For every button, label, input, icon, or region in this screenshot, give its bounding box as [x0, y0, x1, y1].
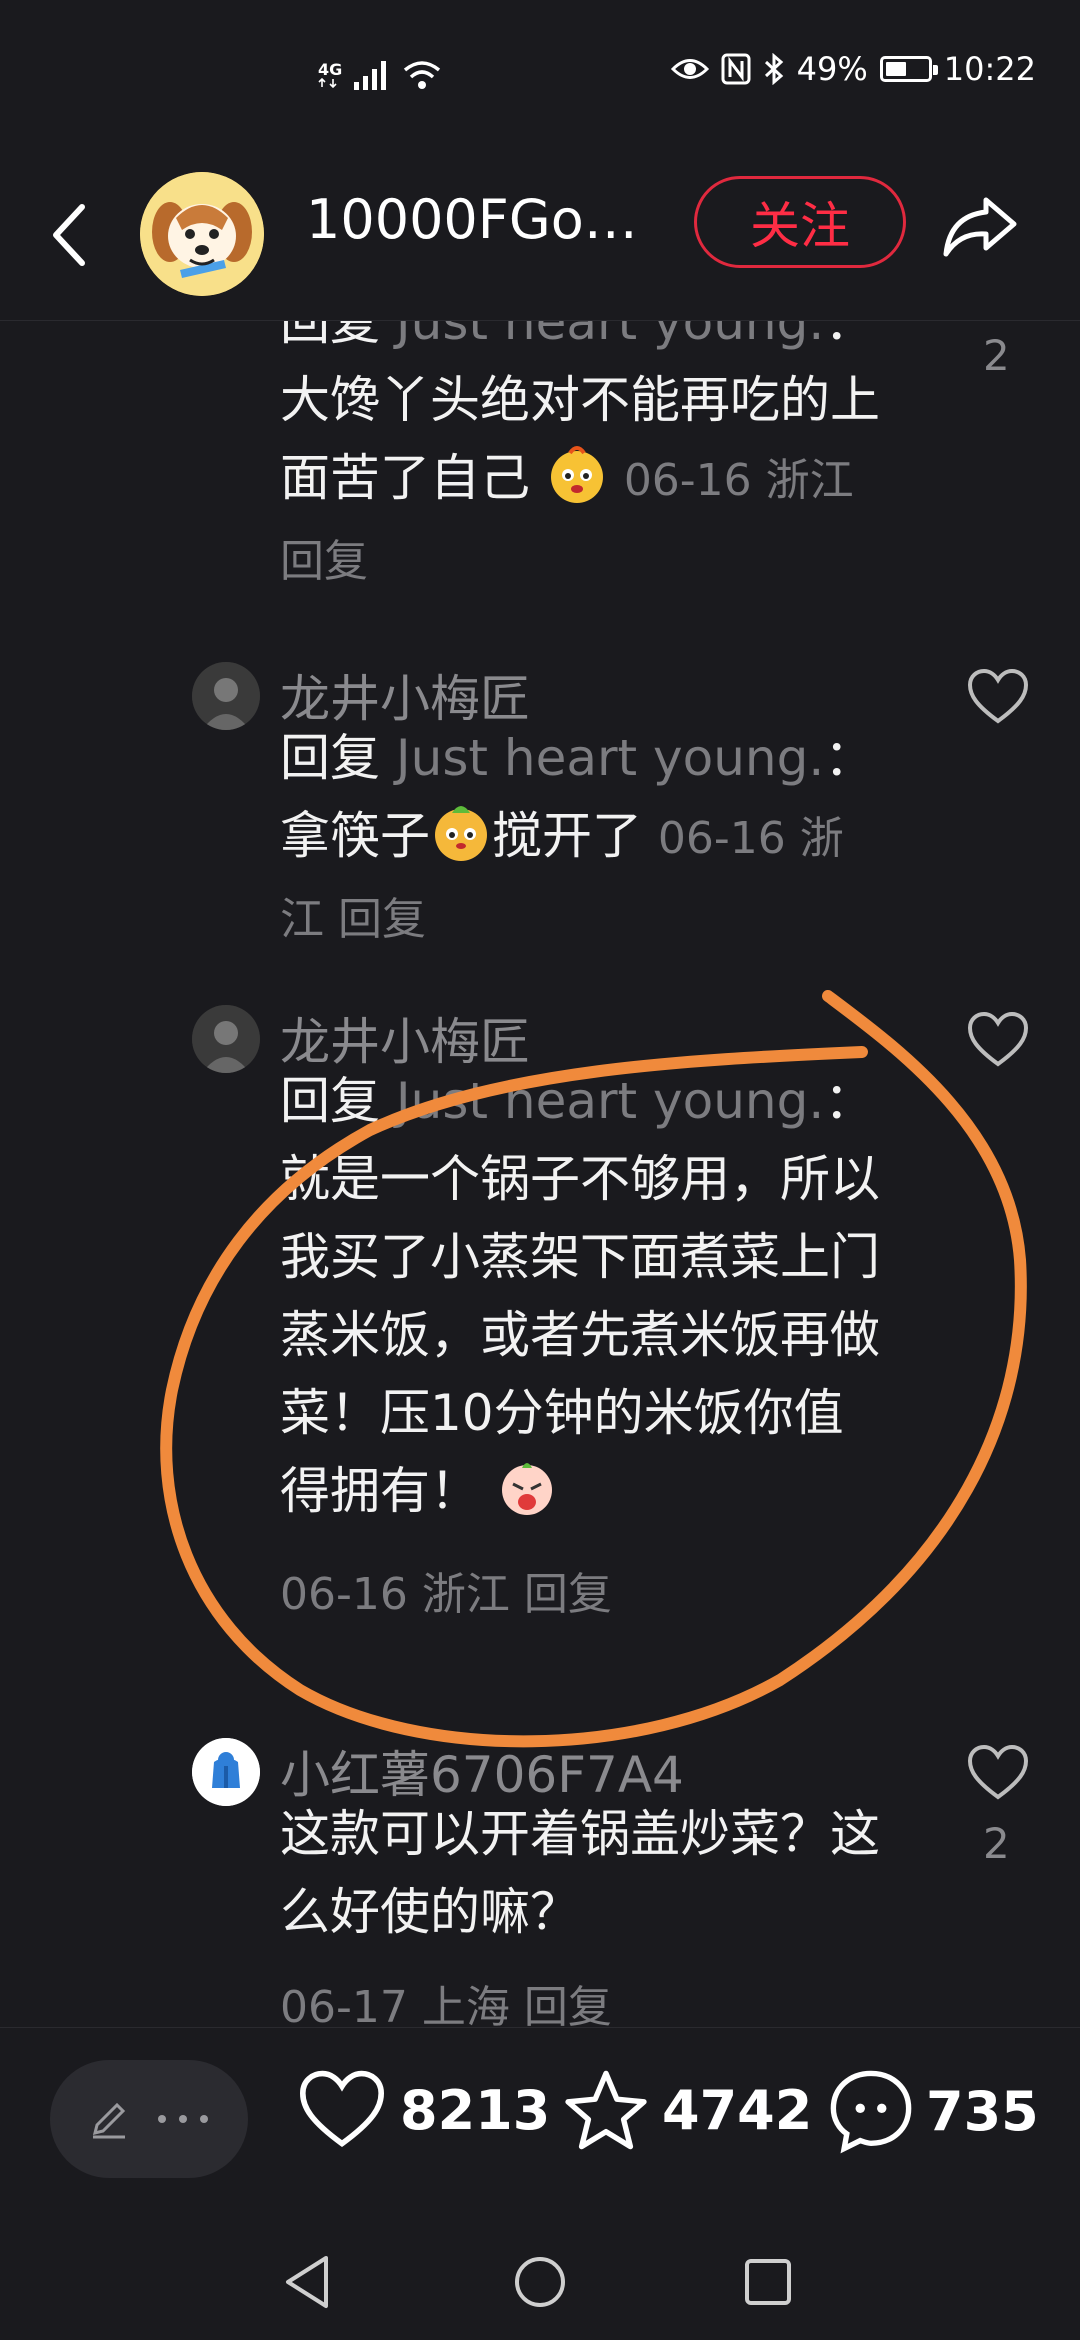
reply-to-user[interactable]: Just heart young. [396, 1072, 824, 1130]
emoji-sticker-icon [430, 801, 492, 863]
comment-text: 回复 Just heart young.：拿筷子 搅开了 06-16 浙江 回复 [280, 729, 875, 945]
clock: 10:22 [943, 50, 1036, 88]
user-avatar[interactable] [192, 1005, 260, 1073]
share-icon [943, 197, 1017, 257]
reply-to-user[interactable]: Just heart young. [396, 729, 824, 787]
note-header: 10000FGo… 关注 [0, 150, 1080, 321]
network-label: 4G [318, 60, 343, 79]
favorite-action[interactable]: 4742 [562, 2068, 812, 2152]
status-bar: 4G 49% 10:22 [0, 0, 1080, 150]
battery-icon [879, 56, 938, 82]
comment-input[interactable] [50, 2060, 248, 2178]
pencil-icon [92, 2102, 126, 2139]
nav-recents-button[interactable] [733, 2247, 803, 2317]
comment-list: 回复 Just heart young.：大馋丫头绝对不能再吃的上面苦了自己 0… [0, 321, 1080, 2027]
data-arrows-icon [318, 78, 337, 88]
heart-icon [299, 2070, 385, 2148]
comment-total: 735 [926, 2079, 1039, 2143]
status-right: 49% 10:22 [670, 50, 1036, 88]
reply-link[interactable]: 回复 [338, 894, 426, 945]
share-button[interactable] [940, 186, 1020, 266]
author-avatar[interactable] [140, 172, 264, 296]
nfc-icon [721, 53, 751, 85]
square-recents-icon [745, 2259, 791, 2305]
follow-button[interactable]: 关注 [694, 176, 906, 268]
reply-to-user[interactable]: Just heart young. [396, 321, 824, 351]
battery-percent: 49% [796, 50, 868, 88]
emoji-sticker-icon [496, 1456, 558, 1518]
eye-comfort-icon [670, 59, 709, 79]
like-total: 8213 [400, 2078, 551, 2142]
user-avatar[interactable] [192, 662, 260, 730]
circle-home-icon [515, 2257, 565, 2307]
comment-action[interactable]: 735 [828, 2068, 1039, 2154]
heart-icon[interactable] [966, 1743, 1030, 1803]
heart-icon[interactable] [966, 1010, 1030, 1070]
dog-avatar-icon [140, 172, 264, 296]
ellipsis-icon [158, 2115, 208, 2123]
heart-icon[interactable] [966, 667, 1030, 727]
comment-text: 回复 Just heart young.：大馋丫头绝对不能再吃的上面苦了自己 0… [280, 321, 880, 601]
comment-meta: 06-17 上海 回复 [280, 1971, 612, 2027]
like-action[interactable]: 8213 [296, 2068, 550, 2152]
like-count: 2 [983, 331, 1010, 380]
chat-bubble-icon [830, 2070, 912, 2154]
nav-back-button[interactable] [272, 2247, 342, 2317]
signal-icon [354, 61, 387, 90]
bottom-action-bar: 8213 4742 735 [0, 2027, 1080, 2218]
like-count: 2 [983, 1819, 1010, 1868]
star-icon [565, 2070, 647, 2150]
nav-home-button[interactable] [505, 2247, 575, 2317]
back-button[interactable] [40, 195, 100, 275]
user-avatar[interactable] [192, 1738, 260, 1806]
wifi-icon [404, 61, 441, 89]
system-nav-bar [0, 2217, 1080, 2340]
comment-text: 这款可以开着锅盖炒菜？这么好使的嘛？ [280, 1805, 880, 1941]
status-left: 4G [318, 58, 442, 92]
bluetooth-icon [764, 53, 783, 85]
chevron-left-icon [53, 204, 85, 266]
network-indicator: 4G [318, 62, 342, 88]
favorite-total: 4742 [662, 2078, 813, 2142]
comment-text: 回复 Just heart young.：就是一个锅子不够用，所以我买了小蒸架下… [280, 1072, 880, 1520]
triangle-back-icon [286, 2256, 328, 2308]
comment-meta: 06-16 浙江 回复 [280, 1569, 612, 1620]
reply-link[interactable]: 回复 [524, 1982, 612, 2027]
reply-link[interactable]: 回复 [524, 1569, 612, 1620]
reply-link[interactable]: 回复 [280, 536, 368, 587]
author-name[interactable]: 10000FGo… [306, 188, 638, 251]
emoji-sticker-icon [546, 443, 608, 505]
battery-level [885, 62, 906, 76]
